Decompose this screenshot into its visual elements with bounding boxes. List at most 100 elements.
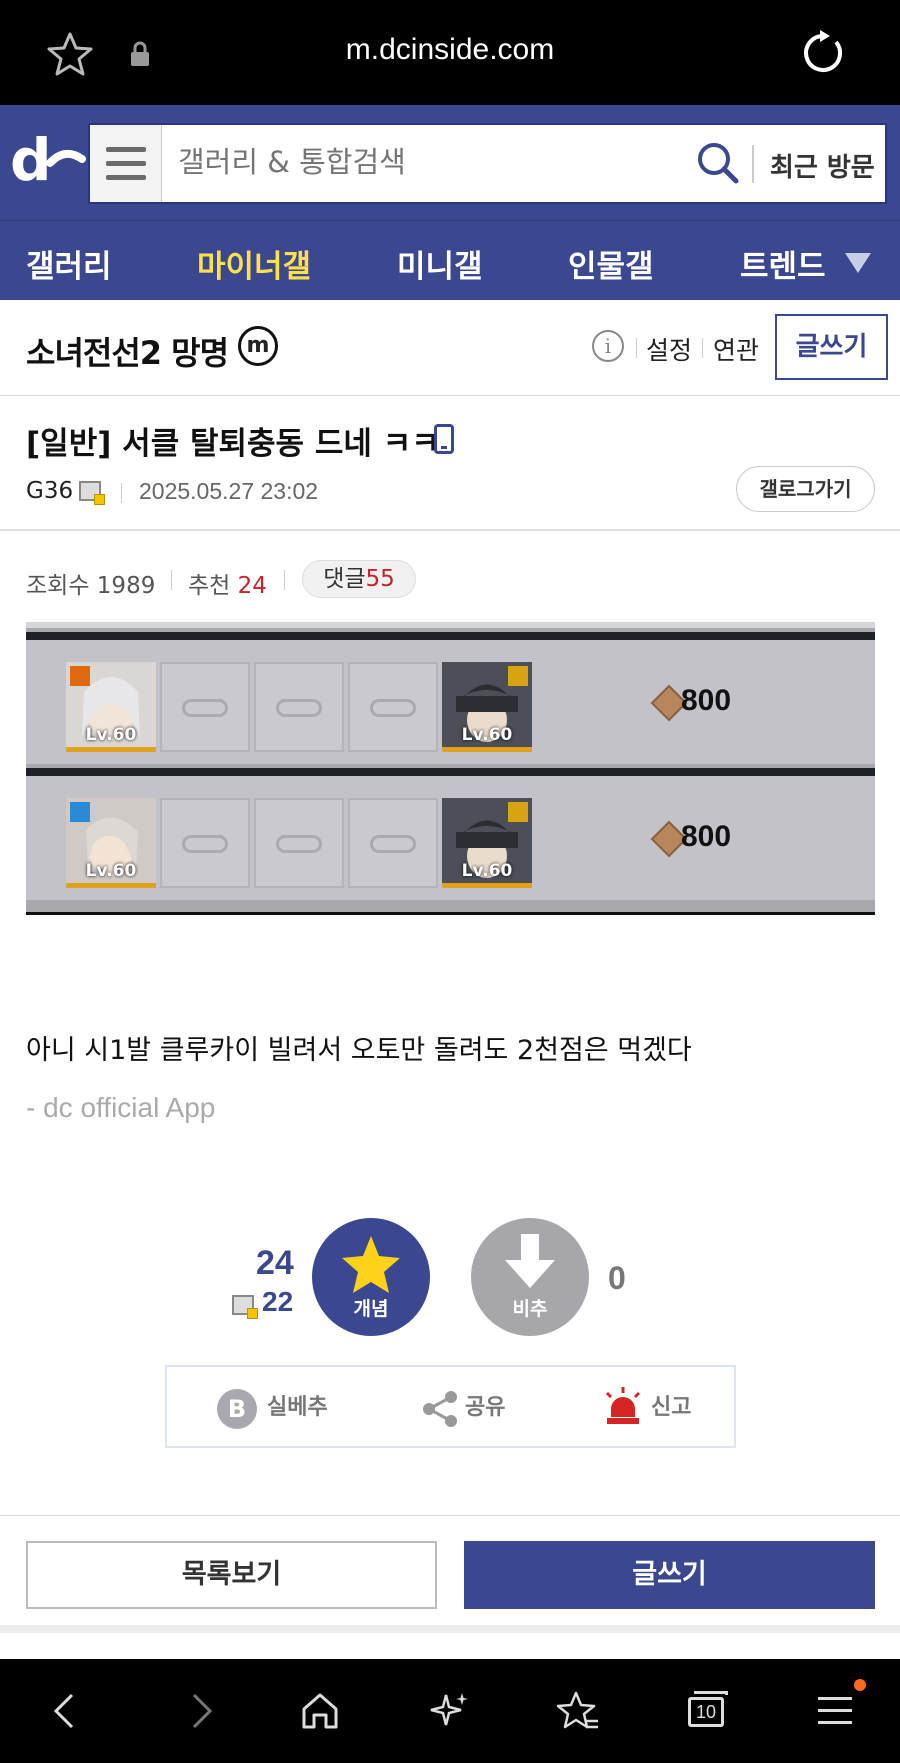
recommend-label: 추천 (188, 573, 231, 599)
gallery-title-bar: 소녀전선2 망명 m i 설정 연관 글쓰기 (0, 300, 900, 396)
search-input[interactable] (178, 145, 618, 179)
share-icon (423, 1391, 457, 1427)
post-author[interactable]: G36 (26, 478, 73, 504)
not-recommend-button[interactable]: 비추 (471, 1218, 589, 1336)
bookmarks-star-icon[interactable] (556, 1689, 600, 1733)
support-icon (508, 802, 528, 822)
post-actions: B 실베추 공유 신고 (165, 1365, 736, 1448)
tabs-stack (694, 1691, 728, 1695)
comments-count: 55 (365, 566, 395, 592)
post-image: Lv.60 Lv.60 800 Lv.60 Lv.60 800 (26, 622, 875, 915)
team-row: Lv.60 Lv.60 800 (26, 632, 875, 764)
not-recommend-label: 비추 (512, 1298, 548, 1320)
post-header: [일반] 서클 탈퇴충동 드네 ㅋㅋ G36 2025.05.27 23:02 … (0, 396, 900, 531)
tab-mini-gallery[interactable]: 미니갤 (397, 241, 483, 286)
character-level: Lv.60 (461, 861, 513, 881)
tab-person-gallery[interactable]: 인물갤 (568, 241, 654, 286)
search-icon[interactable] (694, 139, 742, 187)
rank-up-icon (70, 802, 90, 822)
list-button[interactable]: 목록보기 (26, 1541, 437, 1609)
divider (702, 338, 703, 358)
post-body: 아니 시1발 클루카이 빌려서 오토만 돌려도 2천점은 먹겠다 (26, 1035, 692, 1066)
comments-button[interactable]: 댓글55 (302, 560, 416, 598)
empty-slot (348, 662, 438, 752)
divider (636, 338, 637, 358)
browser-bottom-bar: 10 (0, 1659, 900, 1763)
resource-cost: 800 (681, 684, 732, 717)
notification-dot (854, 1679, 866, 1691)
divider (284, 570, 285, 590)
recommend-fixed: 22 (262, 1286, 294, 1317)
menu-button[interactable] (90, 125, 162, 202)
divider (121, 483, 122, 503)
url-bar[interactable]: m.dcinside.com (0, 33, 900, 67)
character-level: Lv.60 (461, 725, 513, 745)
search-divider (752, 145, 754, 183)
svg-text:d: d (10, 126, 52, 194)
resource-cost: 800 (681, 820, 732, 853)
app-signature: - dc official App (26, 1092, 216, 1123)
nav-expand-icon[interactable] (845, 253, 871, 273)
mobile-icon (434, 424, 454, 454)
reload-icon[interactable] (798, 28, 848, 78)
info-icon[interactable]: i (592, 330, 624, 362)
link-icon (182, 699, 228, 717)
recommend-button[interactable]: 개념 (312, 1218, 430, 1336)
write-button[interactable]: 글쓰기 (464, 1541, 875, 1609)
minor-gallery-badge-icon: m (238, 326, 278, 366)
support-icon (508, 666, 528, 686)
empty-slot (254, 798, 344, 888)
related-link[interactable]: 연관 (713, 331, 759, 367)
main-nav: 갤러리 마이너갤 미니갤 인물갤 트렌드 (0, 220, 900, 300)
empty-slot (160, 798, 250, 888)
link-icon (276, 699, 322, 717)
forward-icon[interactable] (178, 1689, 222, 1733)
character-portrait: Lv.60 (66, 798, 156, 888)
tab-gallery[interactable]: 갤러리 (26, 241, 112, 286)
empty-slot (160, 662, 250, 752)
report-button[interactable]: 신고 (651, 1389, 691, 1421)
link-icon (276, 835, 322, 853)
gallog-user-icon (79, 481, 105, 505)
share-button[interactable]: 공유 (465, 1389, 505, 1421)
back-icon[interactable] (44, 1689, 88, 1733)
settings-link[interactable]: 설정 (646, 331, 692, 367)
siren-icon (605, 1387, 641, 1424)
views-label: 조회수 (26, 573, 90, 599)
rank-up-icon (70, 666, 90, 686)
tab-trend[interactable]: 트렌드 (740, 241, 826, 286)
not-recommend-count: 0 (608, 1260, 626, 1296)
best-recommend-button[interactable]: 실베추 (267, 1389, 328, 1421)
comments-label: 댓글 (323, 566, 366, 592)
post-date: 2025.05.27 23:02 (139, 478, 319, 504)
dc-logo-icon[interactable]: d (10, 125, 86, 197)
team-row: Lv.60 Lv.60 800 (26, 768, 875, 900)
link-icon (370, 699, 416, 717)
home-icon[interactable] (298, 1689, 342, 1733)
recommend-total: 24 (256, 1244, 294, 1282)
best-recommend-icon: B (217, 1389, 257, 1429)
empty-slot (254, 662, 344, 752)
sparkle-icon[interactable] (428, 1689, 472, 1733)
gallery-title[interactable]: 소녀전선2 망명 (26, 328, 229, 374)
character-portrait: Lv.60 (442, 662, 532, 752)
bottom-actions: 목록보기 글쓰기 (0, 1515, 900, 1633)
character-level: Lv.60 (85, 725, 137, 745)
divider (171, 570, 172, 590)
tab-minor-gallery[interactable]: 마이너갤 (197, 241, 311, 286)
menu-icon[interactable] (814, 1679, 866, 1733)
views-count: 1989 (96, 573, 156, 599)
empty-slot (348, 798, 438, 888)
tabs-icon[interactable]: 10 (684, 1689, 728, 1733)
recent-visits-button[interactable]: 최근 방문 (770, 147, 875, 184)
character-level: Lv.60 (85, 861, 137, 881)
write-button-top[interactable]: 글쓰기 (775, 314, 888, 380)
character-portrait: Lv.60 (66, 662, 156, 752)
recommend-stat: 추천 24 (188, 566, 267, 600)
site-header: d 최근 방문 (0, 105, 900, 220)
gallog-button[interactable]: 갤로그가기 (736, 466, 875, 512)
post-title: [일반] 서클 탈퇴충동 드네 ㅋㅋ (26, 426, 440, 462)
browser-top-bar: m.dcinside.com (0, 0, 900, 105)
character-portrait: Lv.60 (442, 798, 532, 888)
link-icon (182, 835, 228, 853)
